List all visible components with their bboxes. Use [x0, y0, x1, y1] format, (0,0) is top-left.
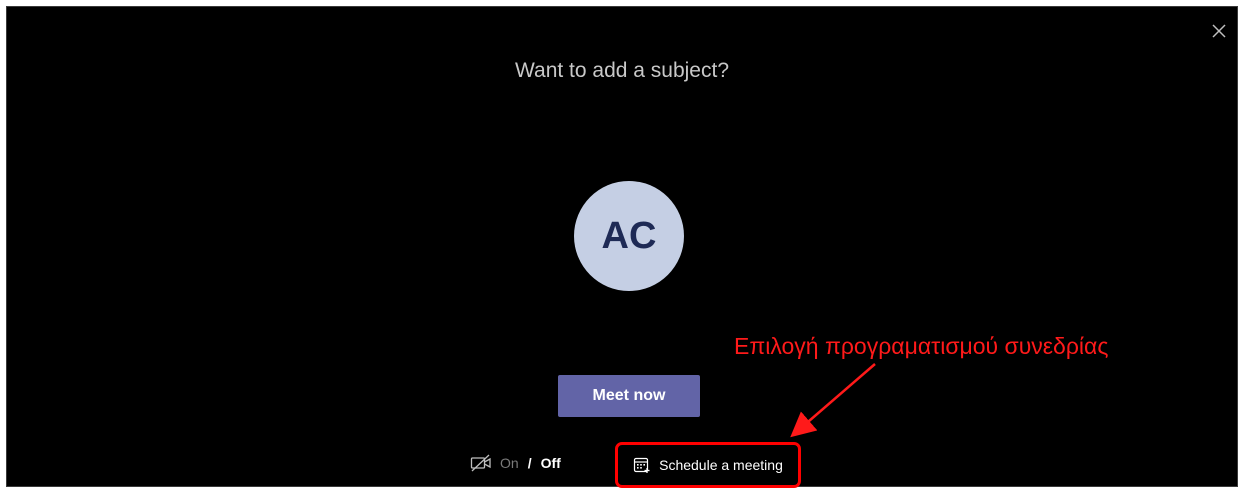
close-icon [1212, 24, 1226, 38]
annotation-label: Επιλογή προγραματισμού συνεδρίας [734, 333, 1109, 359]
video-toggle-row: On / Off [470, 451, 561, 475]
video-off-option[interactable]: Off [541, 455, 561, 471]
close-button[interactable] [1209, 21, 1229, 41]
meet-now-button[interactable]: Meet now [558, 375, 700, 417]
subject-prompt[interactable]: Want to add a subject? [7, 59, 1237, 83]
schedule-meeting-button[interactable]: Schedule a meeting [615, 442, 801, 488]
avatar-initials: AC [601, 214, 657, 257]
meeting-dialog: Want to add a subject? AC Επιλογή προγρα… [6, 6, 1238, 488]
video-toggle[interactable]: On / Off [470, 454, 561, 472]
avatar: AC [574, 181, 684, 291]
calendar-add-icon [634, 457, 650, 473]
video-off-icon [470, 454, 491, 472]
video-toggle-separator: / [527, 455, 532, 471]
schedule-meeting-label: Schedule a meeting [659, 457, 783, 473]
video-on-option[interactable]: On [500, 455, 519, 471]
